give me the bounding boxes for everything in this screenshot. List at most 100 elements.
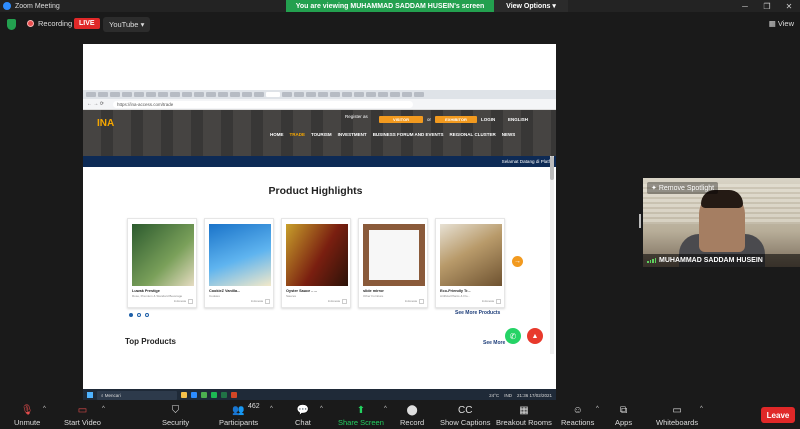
product-card[interactable]: Luwak Prestige Rose, Premium & Standard … [127, 218, 197, 308]
zoom-app-icon[interactable] [191, 392, 197, 398]
view-label: View [777, 19, 794, 28]
cc-icon: CC [458, 404, 473, 416]
view-options-button[interactable]: View Options ▾ [494, 0, 568, 12]
flag-icon [419, 299, 424, 304]
view-button[interactable]: ▦ View [769, 19, 794, 28]
remove-spotlight-button[interactable]: ✦ Remove Spotlight [647, 182, 719, 194]
product-name: Oyster Sauce - ... [286, 289, 317, 293]
url-field[interactable]: https://ina-access.com/trade [113, 100, 413, 108]
flag-icon [188, 299, 193, 304]
apps-icon: ⧉ [619, 404, 628, 416]
product-card[interactable]: Oyster Sauce - ... Sauces Indonesia [281, 218, 351, 308]
windows-start-icon[interactable] [87, 392, 93, 398]
share-screen-button[interactable]: ⬆ Share Screen [338, 403, 384, 428]
powerpoint-icon[interactable] [231, 392, 237, 398]
browser-scrollbar[interactable] [550, 156, 554, 354]
product-image [132, 224, 194, 286]
panel-resize-handle[interactable] [639, 214, 641, 228]
carousel-dot[interactable] [145, 313, 149, 317]
chrome-icon[interactable] [201, 392, 207, 398]
share-chevron-icon[interactable]: ^ [384, 406, 387, 412]
exhibitor-button[interactable]: EXHIBITOR [435, 116, 477, 123]
language-selector[interactable]: ENGLISH [508, 117, 528, 122]
start-video-button[interactable]: ▭ Start Video [64, 403, 101, 428]
taskbar-search[interactable]: ⌕ Mencari [97, 390, 177, 400]
nav-business-forum[interactable]: BUSINESS FORUM AND EVENTS [373, 132, 444, 137]
meeting-toolbar: 🎙 Unmute ^ ▭ Start Video ^ ⛉ Security 👥 Part… [0, 400, 800, 429]
product-category: Cookies [209, 294, 220, 298]
visitor-button[interactable]: VISITOR [379, 116, 423, 123]
nav-tourism[interactable]: TOURISM [311, 132, 332, 137]
minimize-icon[interactable]: ─ [734, 0, 756, 12]
clock[interactable]: 21:36 17/02/2021 [517, 393, 552, 398]
live-badge[interactable]: LIVE [74, 18, 100, 29]
weather-temp[interactable]: 24°C [489, 393, 499, 398]
excel-icon[interactable] [221, 392, 227, 398]
product-card[interactable]: Eco-Friendly Tr... Artificial Plants & F… [435, 218, 505, 308]
spotify-icon[interactable] [211, 392, 217, 398]
whiteboards-chevron-icon[interactable]: ^ [700, 406, 703, 412]
spotlight-label: Remove Spotlight [658, 185, 715, 192]
security-button[interactable]: ⛉ Security [162, 403, 190, 428]
product-name: Luwak Prestige [132, 289, 160, 293]
product-image [363, 224, 425, 286]
share-screen-icon: ⬆ [356, 404, 366, 416]
input-language[interactable]: IND [504, 393, 512, 398]
see-more-products-link[interactable]: See More Products [455, 310, 500, 316]
scroll-top-icon[interactable]: ▲ [527, 328, 543, 344]
login-link[interactable]: LOGIN [481, 117, 495, 122]
register-label: Register as [345, 114, 368, 119]
reactions-button[interactable]: ☺ Reactions [561, 403, 594, 428]
clock-time: 21:36 [516, 392, 529, 398]
apps-button[interactable]: ⧉ Apps [615, 403, 633, 428]
product-image [440, 224, 502, 286]
product-image [209, 224, 271, 286]
stream-dropdown[interactable]: YouTube ▾ [103, 17, 151, 32]
captions-button[interactable]: CC Show Captions [440, 403, 491, 428]
close-icon[interactable]: ✕ [778, 0, 800, 12]
audio-options-chevron-icon[interactable]: ^ [43, 406, 46, 412]
reactions-chevron-icon[interactable]: ^ [596, 406, 599, 412]
record-icon: ⬤ [406, 404, 418, 416]
windows-taskbar: ⌕ Mencari 24°C IND 21:36 17/02/2021 [83, 389, 556, 400]
zoom-logo-icon [3, 2, 11, 10]
record-button[interactable]: ⬤ Record [400, 403, 424, 428]
participant-name-bar: MUHAMMAD SADDAM HUSEIN [643, 254, 800, 267]
carousel-dot[interactable] [137, 313, 141, 317]
apps-label: Apps [615, 418, 633, 427]
browser-nav-icons[interactable]: ← → ⟳ [87, 101, 113, 107]
top-products-title: Top Products [125, 337, 176, 346]
security-label: Security [162, 418, 190, 427]
unmute-button[interactable]: 🎙 Unmute [14, 403, 40, 428]
whatsapp-icon[interactable]: ✆ [505, 328, 521, 344]
whiteboards-button[interactable]: ▭ Whiteboards [656, 403, 698, 428]
recording-label: Recording [38, 19, 73, 28]
encryption-shield-icon[interactable] [7, 19, 16, 30]
maximize-icon[interactable]: ❐ [756, 0, 778, 12]
participant-video[interactable]: ✦ Remove Spotlight MUHAMMAD SADDAM HUSEI… [643, 178, 800, 267]
nav-investment[interactable]: INVESTMENT [338, 132, 367, 137]
meeting-topbar: Recording LIVE YouTube ▾ ▦ View [0, 14, 800, 36]
file-explorer-icon[interactable] [181, 392, 187, 398]
chat-button[interactable]: 💬 Chat [295, 403, 311, 428]
product-card[interactable]: slide mirror Other Furniture Indonesia [358, 218, 428, 308]
ina-logo[interactable]: INA [97, 118, 114, 129]
video-options-chevron-icon[interactable]: ^ [102, 406, 105, 412]
recording-indicator[interactable]: Recording [27, 19, 72, 28]
breakout-rooms-button[interactable]: ▦ Breakout Rooms [496, 403, 552, 428]
nav-regional-cluster[interactable]: REGIONAL CLUSTER [450, 132, 496, 137]
participants-chevron-icon[interactable]: ^ [270, 406, 273, 412]
see-more-link[interactable]: See More [483, 340, 505, 346]
nav-home[interactable]: HOME [270, 132, 284, 137]
carousel-next-button[interactable]: → [512, 256, 523, 267]
chat-icon: 💬 [296, 404, 310, 416]
carousel-dot[interactable] [129, 313, 133, 317]
chat-chevron-icon[interactable]: ^ [320, 406, 323, 412]
captions-label: Show Captions [440, 418, 491, 427]
nav-trade[interactable]: TRADE [290, 132, 306, 137]
nav-news[interactable]: NEWS [502, 132, 516, 137]
leave-button[interactable]: Leave [761, 407, 795, 423]
product-card[interactable]: CookieZ Vanilla... Cookies Indonesia [204, 218, 274, 308]
taskbar-search-label: Mencari [104, 392, 121, 398]
system-tray: 24°C IND 21:36 17/02/2021 [489, 393, 556, 398]
